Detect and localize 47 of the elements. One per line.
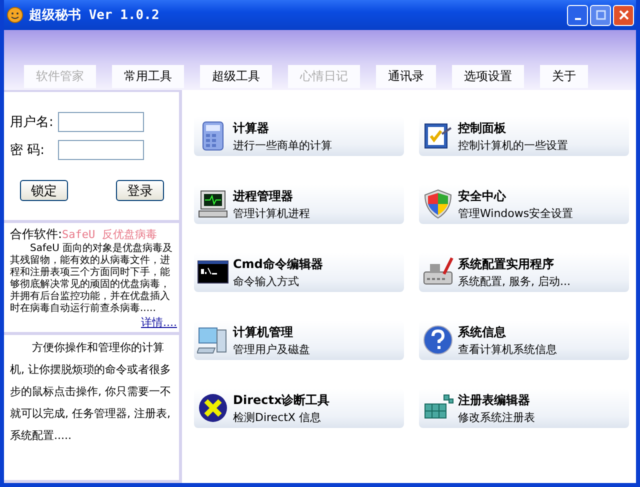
tool-title: 计算器 (233, 120, 270, 136)
tool-title: 计算机管理 (233, 324, 294, 340)
tool-subtitle: 控制计算机的一些设置 (458, 138, 568, 152)
close-button[interactable] (613, 4, 634, 26)
tool-subtitle: 管理Windows安全设置 (458, 206, 574, 220)
description-text: 方便你操作和管理你的计算机, 让你摆脱烦琐的命令或者很多步的鼠标点击操作, 你只需要一不就可以完成, 任务管理器, 注册表, 系统配置..... (10, 340, 172, 444)
maximize-button[interactable] (590, 4, 611, 26)
tab[interactable]: 关于 (540, 65, 588, 88)
tab[interactable]: 超级工具 (200, 65, 272, 88)
tool-title: Directx诊断工具 (233, 392, 330, 408)
partner-description: SafeU 面向的对象是优盘病毒及其残留物，能有效的从病毒文件，进程和注册表项三个方面同时下手，能够彻底解决常见的顽固的优盘病毒，并拥有后台监控功能，并在优盘插入时在病毒自动运行前查杀病毒..... (10, 243, 174, 315)
details-link[interactable]: 详情.... (141, 316, 177, 329)
shield-icon (422, 188, 454, 220)
tool-subtitle: 管理计算机进程 (233, 206, 310, 220)
password-label: 密 码: (10, 142, 46, 159)
tool-title: 控制面板 (458, 120, 507, 136)
tab[interactable]: 选项设置 (452, 65, 524, 88)
tool-subtitle: 系统配置, 服务, 启动... (458, 274, 570, 288)
smiley-icon (7, 7, 23, 23)
tool-title: 系统信息 (458, 324, 507, 340)
tool-title: 注册表编辑器 (458, 392, 531, 408)
cross-ball-icon (197, 392, 229, 424)
tool-title: Cmd命令编辑器 (233, 256, 323, 272)
tool-subtitle: 管理用户及磁盘 (233, 342, 310, 356)
maximize-icon (596, 10, 606, 20)
question-mark-icon (422, 324, 454, 356)
tool-title: 系统配置实用程序 (458, 256, 555, 272)
computer-monitor-icon (197, 188, 229, 220)
minimize-button[interactable] (567, 4, 588, 26)
tool-subtitle: 命令输入方式 (233, 274, 300, 288)
close-icon (618, 10, 628, 20)
tool-subtitle: 查看计算机系统信息 (458, 342, 557, 356)
tool-subtitle: 修改系统注册表 (458, 410, 535, 424)
tool-subtitle: 检测DirectX 信息 (233, 410, 322, 424)
tool-subtitle: 进行一些商单的计算 (233, 138, 332, 152)
username-label: 用户名: (10, 114, 54, 131)
minimize-icon (574, 18, 580, 20)
tool-title: 进程管理器 (233, 188, 294, 204)
window-title: 超级秘书 Ver 1.0.2 (29, 7, 160, 24)
password-field[interactable] (58, 140, 144, 160)
username-field[interactable] (58, 112, 144, 132)
partner-label: 合作软件: (10, 227, 62, 241)
tab[interactable]: 通讯录 (376, 65, 436, 88)
login-button[interactable]: 登录 (116, 180, 164, 201)
tool-title: 安全中心 (458, 188, 508, 204)
tab[interactable]: 常用工具 (112, 65, 184, 88)
lock-button[interactable]: 锁定 (20, 180, 68, 201)
